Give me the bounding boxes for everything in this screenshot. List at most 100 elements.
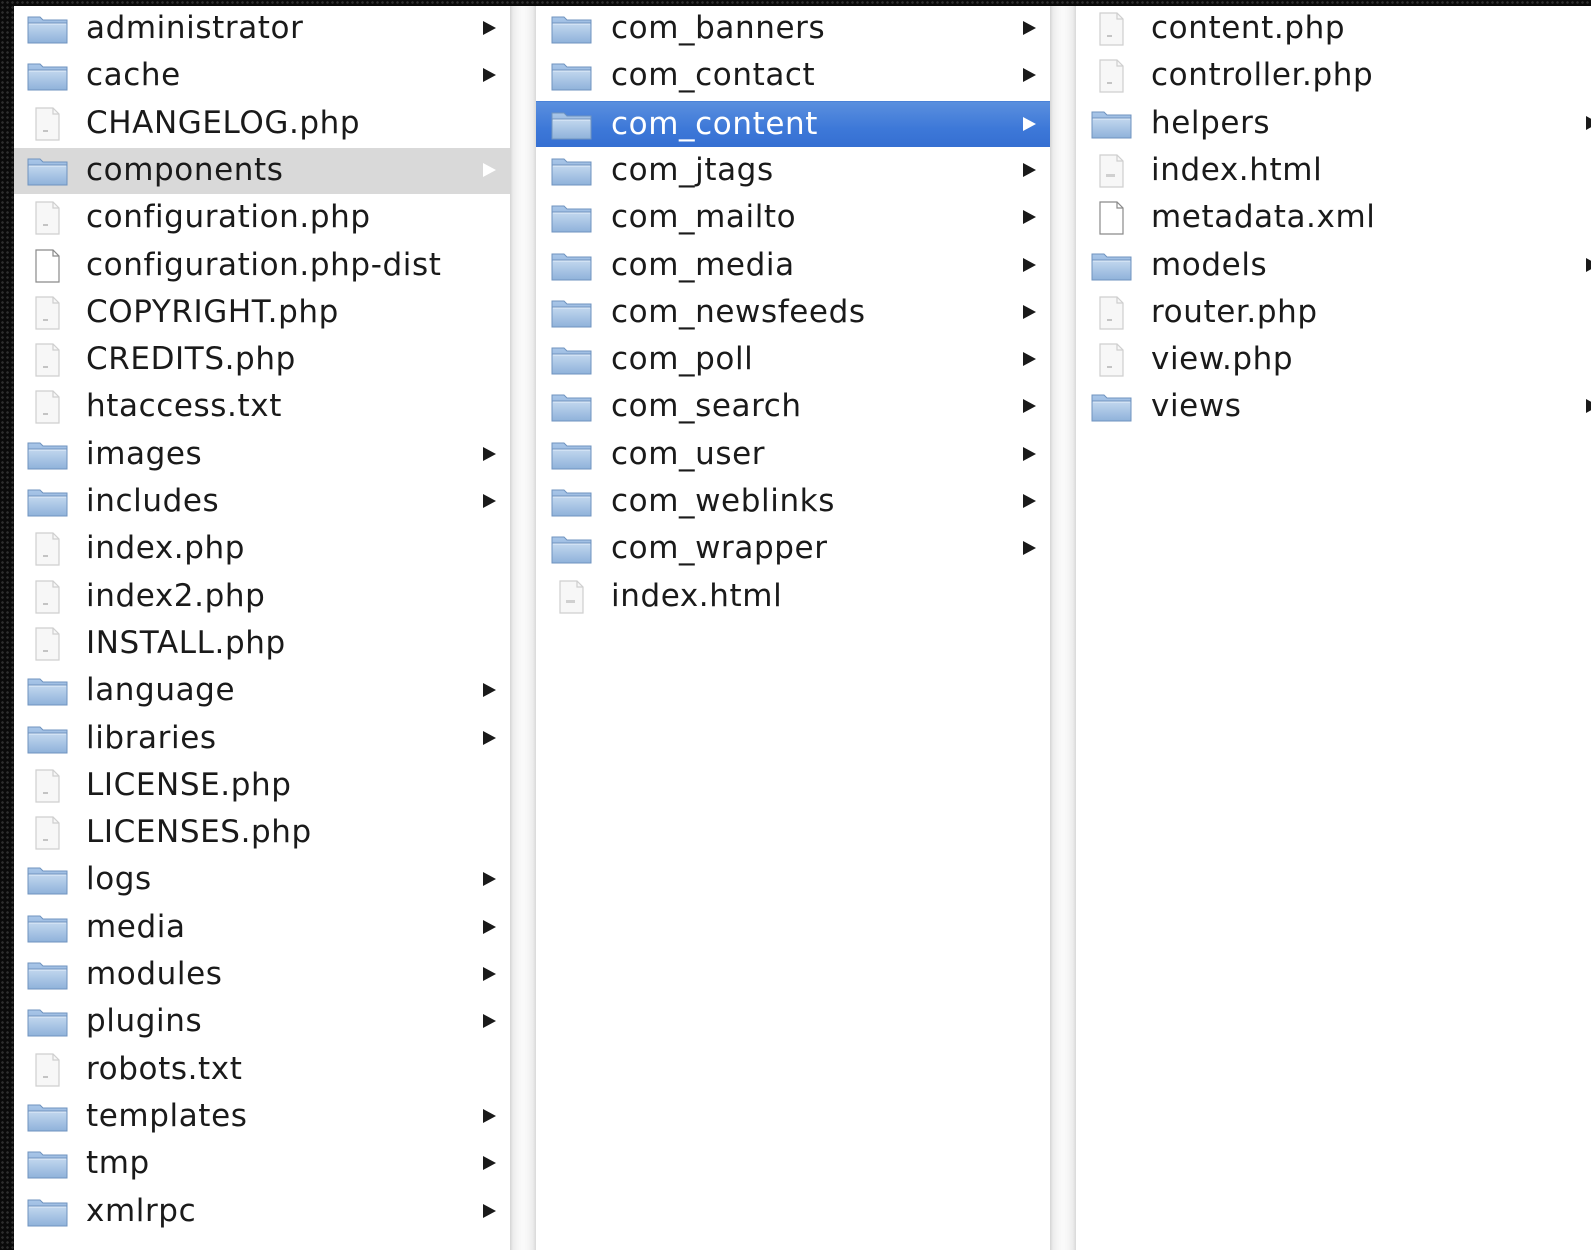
list-item[interactable]: models: [1076, 243, 1591, 289]
list-item[interactable]: media: [14, 905, 510, 951]
item-label: controller.php: [1151, 57, 1374, 94]
list-item[interactable]: com_poll: [536, 337, 1050, 383]
list-item[interactable]: configuration.php-dist: [14, 243, 510, 289]
item-label: components: [86, 151, 284, 188]
list-item[interactable]: LICENSES.php: [14, 810, 510, 856]
php-file-icon: [26, 532, 70, 566]
disclosure-arrow-icon: [483, 872, 496, 887]
list-item[interactable]: htaccess.txt: [14, 384, 510, 430]
list-item[interactable]: LICENSE.php: [14, 763, 510, 809]
folder-icon: [550, 12, 594, 46]
item-label: CREDITS.php: [86, 341, 296, 378]
folder-icon: [26, 12, 70, 46]
disclosure-arrow-icon: [483, 1156, 496, 1171]
disclosure-arrow-icon: [1023, 494, 1036, 508]
folder-icon: [26, 485, 70, 519]
list-item[interactable]: includes: [14, 479, 510, 525]
list-item[interactable]: view.php: [1076, 337, 1591, 383]
item-label: images: [86, 435, 203, 472]
list-item[interactable]: images: [14, 432, 510, 478]
php-file-icon: [26, 627, 70, 661]
disclosure-arrow-icon: [483, 446, 496, 461]
php-file-icon: [26, 343, 70, 377]
item-label: metadata.xml: [1151, 199, 1376, 236]
list-item[interactable]: cache: [14, 53, 510, 99]
disclosure-arrow-icon: [483, 68, 496, 83]
item-label: CHANGELOG.php: [86, 104, 361, 141]
folder-icon: [1090, 390, 1134, 424]
list-item[interactable]: CREDITS.php: [14, 337, 510, 383]
column-com-content[interactable]: content.php controller.php helpers index.ht…: [1076, 6, 1591, 1250]
folder-icon: [550, 485, 594, 519]
column-resize-handle[interactable]: [510, 6, 536, 1250]
item-label: robots.txt: [86, 1050, 243, 1087]
list-item[interactable]: index.html: [536, 574, 1050, 620]
list-item[interactable]: administrator: [14, 6, 510, 52]
list-item[interactable]: com_mailto: [536, 195, 1050, 241]
list-item[interactable]: logs: [14, 857, 510, 903]
list-item[interactable]: com_newsfeeds: [536, 290, 1050, 336]
column-resize-handle[interactable]: [1050, 6, 1076, 1250]
list-item[interactable]: com_contact: [536, 53, 1050, 99]
list-item[interactable]: language: [14, 668, 510, 714]
list-item[interactable]: COPYRIGHT.php: [14, 290, 510, 336]
column-root[interactable]: administrator cache CHANGELOG.php component…: [14, 6, 510, 1250]
item-label: tmp: [86, 1145, 150, 1182]
list-item[interactable]: controller.php: [1076, 53, 1591, 99]
folder-icon: [26, 863, 70, 897]
list-item[interactable]: modules: [14, 952, 510, 998]
item-label: index.php: [86, 530, 246, 567]
item-label: xmlrpc: [86, 1192, 197, 1229]
list-item[interactable]: com_banners: [536, 6, 1050, 52]
list-item[interactable]: index2.php: [14, 574, 510, 620]
list-item[interactable]: com_search: [536, 384, 1050, 430]
disclosure-arrow-icon: [483, 1203, 496, 1218]
item-label: libraries: [86, 719, 217, 756]
disclosure-arrow-icon: [1023, 116, 1036, 131]
list-item[interactable]: com_content: [536, 100, 1050, 147]
item-label: logs: [86, 861, 152, 898]
list-item[interactable]: components: [14, 147, 510, 194]
list-item[interactable]: xmlrpc: [14, 1189, 510, 1235]
list-item[interactable]: index.html: [1076, 148, 1591, 194]
disclosure-arrow-icon: [483, 1014, 496, 1029]
list-item[interactable]: helpers: [1076, 101, 1591, 147]
item-label: configuration.php-dist: [86, 246, 442, 283]
folder-icon: [26, 1195, 70, 1229]
item-label: administrator: [86, 10, 304, 46]
item-label: templates: [86, 1097, 248, 1134]
item-label: helpers: [1151, 104, 1271, 141]
item-label: com_contact: [611, 57, 816, 94]
list-item[interactable]: tmp: [14, 1141, 510, 1187]
list-item[interactable]: content.php: [1076, 6, 1591, 52]
list-item[interactable]: robots.txt: [14, 1047, 510, 1093]
list-item[interactable]: com_jtags: [536, 148, 1050, 194]
list-item[interactable]: CHANGELOG.php: [14, 101, 510, 147]
list-item[interactable]: index.php: [14, 526, 510, 572]
list-item[interactable]: com_weblinks: [536, 479, 1050, 525]
disclosure-arrow-icon: [483, 494, 496, 508]
list-item[interactable]: com_wrapper: [536, 526, 1050, 572]
disclosure-arrow-icon: [1586, 399, 1591, 414]
item-label: language: [86, 672, 236, 709]
disclosure-arrow-icon: [483, 21, 496, 35]
php-file-icon: [26, 579, 70, 614]
list-item[interactable]: com_media: [536, 243, 1050, 289]
column-components[interactable]: com_banners com_contact com_content com_jta…: [536, 6, 1050, 1250]
item-label: com_weblinks: [611, 483, 835, 519]
list-item[interactable]: metadata.xml: [1076, 195, 1591, 241]
list-item[interactable]: plugins: [14, 999, 510, 1045]
list-item[interactable]: libraries: [14, 716, 510, 762]
item-label: LICENSES.php: [86, 814, 312, 851]
folder-icon: [1090, 107, 1134, 141]
folder-icon: [26, 674, 70, 708]
php-file-icon: [1090, 296, 1134, 330]
list-item[interactable]: router.php: [1076, 290, 1591, 336]
list-item[interactable]: templates: [14, 1094, 510, 1140]
list-item[interactable]: views: [1076, 384, 1591, 430]
disclosure-arrow-icon: [1586, 115, 1591, 130]
list-item[interactable]: INSTALL.php: [14, 621, 510, 667]
list-item[interactable]: configuration.php: [14, 195, 510, 241]
folder-icon: [1090, 249, 1134, 283]
list-item[interactable]: com_user: [536, 432, 1050, 478]
